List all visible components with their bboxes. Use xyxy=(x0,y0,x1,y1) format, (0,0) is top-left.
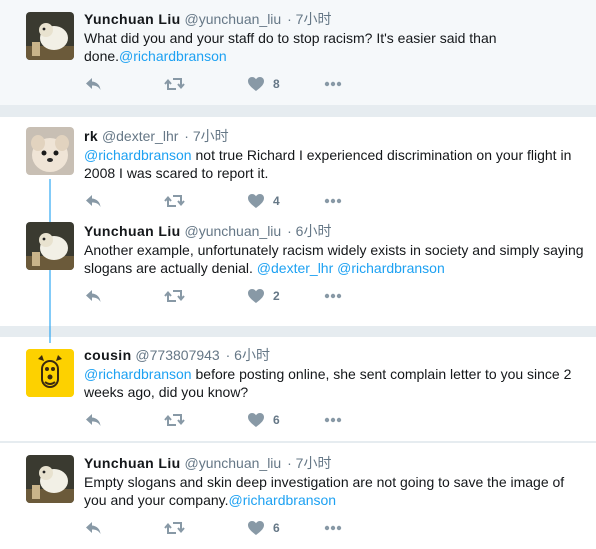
avatar[interactable] xyxy=(26,127,74,175)
author-name[interactable]: Yunchuan Liu xyxy=(84,11,181,27)
reply-icon xyxy=(86,78,101,90)
tweet-actions: 2 xyxy=(84,287,590,305)
avatar[interactable] xyxy=(26,349,74,397)
tweet-card[interactable]: cousin @773807943 · 6小时 @richardbranson … xyxy=(0,337,596,441)
heart-icon xyxy=(248,194,264,208)
tweet-text: @richardbranson before posting online, s… xyxy=(84,366,572,400)
author-name[interactable]: Yunchuan Liu xyxy=(84,455,181,471)
tweet-text: Empty slogans and skin deep investigatio… xyxy=(84,474,565,508)
retweet-icon xyxy=(164,78,185,90)
like-count: 6 xyxy=(273,413,280,427)
tweet-card[interactable]: rk @dexter_lhr · 7小时 @richardbranson not… xyxy=(0,117,596,222)
like-button[interactable]: 8 xyxy=(247,75,280,93)
more-dots-icon xyxy=(324,417,342,423)
retweet-button[interactable] xyxy=(164,192,185,210)
like-count: 4 xyxy=(273,194,280,208)
tweet-header: Yunchuan Liu @yunchuan_liu · 7小时 xyxy=(84,10,590,28)
like-button[interactable]: 6 xyxy=(247,411,280,429)
tweet-feed: Yunchuan Liu @yunchuan_liu · 7小时 What di… xyxy=(0,0,596,549)
like-count: 2 xyxy=(273,289,280,303)
tweet-actions: 6 xyxy=(84,411,590,429)
tweet-card[interactable]: Yunchuan Liu @yunchuan_liu · 6小时 Another… xyxy=(0,222,596,326)
tweet-text: What did you and your staff do to stop r… xyxy=(84,30,497,64)
more-dots-icon xyxy=(324,198,342,204)
author-handle[interactable]: @yunchuan_liu xyxy=(184,11,281,27)
heart-icon xyxy=(248,77,264,91)
like-count: 8 xyxy=(273,77,280,91)
tweet-header: Yunchuan Liu @yunchuan_liu · 7小时 xyxy=(84,454,590,472)
retweet-button[interactable] xyxy=(164,411,185,429)
author-name[interactable]: Yunchuan Liu xyxy=(84,223,181,239)
retweet-icon xyxy=(164,195,185,207)
timestamp[interactable]: · 6小时 xyxy=(226,347,270,363)
more-dots-icon xyxy=(324,525,342,531)
heart-icon xyxy=(248,289,264,303)
more-dots-icon xyxy=(324,81,342,87)
tweet-card[interactable]: Yunchuan Liu @yunchuan_liu · 7小时 Empty s… xyxy=(0,443,596,549)
tweet-header: Yunchuan Liu @yunchuan_liu · 6小时 xyxy=(84,222,590,240)
mention-link[interactable]: @richardbranson xyxy=(229,492,337,508)
retweet-icon xyxy=(164,522,185,534)
author-handle[interactable]: @dexter_lhr xyxy=(102,128,178,144)
author-handle[interactable]: @yunchuan_liu xyxy=(184,455,281,471)
more-button[interactable] xyxy=(324,287,342,305)
timestamp[interactable]: · 7小时 xyxy=(287,11,331,27)
more-dots-icon xyxy=(324,293,342,299)
heart-icon xyxy=(248,413,264,427)
tweet-actions: 4 xyxy=(84,192,590,210)
reply-button[interactable] xyxy=(84,192,102,210)
author-handle[interactable]: @773807943 xyxy=(135,347,219,363)
reply-icon xyxy=(86,195,101,207)
more-button[interactable] xyxy=(324,75,342,93)
like-count: 6 xyxy=(273,521,280,535)
tweet-actions: 6 xyxy=(84,519,590,537)
reply-icon xyxy=(86,290,101,302)
reply-button[interactable] xyxy=(84,519,102,537)
conversation-thread: rk @dexter_lhr · 7小时 @richardbranson not… xyxy=(0,117,596,343)
reply-button[interactable] xyxy=(84,75,102,93)
retweet-button[interactable] xyxy=(164,519,185,537)
mention-link[interactable]: @dexter_lhr xyxy=(257,260,333,276)
retweet-icon xyxy=(164,414,185,426)
timestamp[interactable]: · 7小时 xyxy=(287,455,331,471)
author-name[interactable]: cousin xyxy=(84,347,132,363)
reply-icon xyxy=(86,414,101,426)
heart-icon xyxy=(248,521,264,535)
mention-link[interactable]: @richardbranson xyxy=(337,260,445,276)
avatar[interactable] xyxy=(26,455,74,503)
timestamp[interactable]: · 6小时 xyxy=(287,223,331,239)
avatar[interactable] xyxy=(26,222,74,270)
retweet-button[interactable] xyxy=(164,75,185,93)
author-name[interactable]: rk xyxy=(84,128,98,144)
more-button[interactable] xyxy=(324,519,342,537)
reply-button[interactable] xyxy=(84,287,102,305)
mention-link[interactable]: @richardbranson xyxy=(119,48,227,64)
tweet-text: Another example, unfortunately racism wi… xyxy=(84,242,584,276)
avatar[interactable] xyxy=(26,12,74,60)
tweet-header: rk @dexter_lhr · 7小时 xyxy=(84,127,590,145)
retweet-icon xyxy=(164,290,185,302)
tweet-actions: 8 xyxy=(84,75,590,93)
like-button[interactable]: 2 xyxy=(247,287,280,305)
more-button[interactable] xyxy=(324,192,342,210)
reply-button[interactable] xyxy=(84,411,102,429)
tweet-header: cousin @773807943 · 6小时 xyxy=(84,346,590,364)
like-button[interactable]: 6 xyxy=(247,519,280,537)
retweet-button[interactable] xyxy=(164,287,185,305)
like-button[interactable]: 4 xyxy=(247,192,280,210)
reply-icon xyxy=(86,522,101,534)
more-button[interactable] xyxy=(324,411,342,429)
mention-link[interactable]: @richardbranson xyxy=(84,366,192,382)
tweet-card[interactable]: Yunchuan Liu @yunchuan_liu · 7小时 What di… xyxy=(0,0,596,105)
mention-link[interactable]: @richardbranson xyxy=(84,147,192,163)
author-handle[interactable]: @yunchuan_liu xyxy=(184,223,281,239)
timestamp[interactable]: · 7小时 xyxy=(184,128,228,144)
tweet-text: @richardbranson not true Richard I exper… xyxy=(84,147,572,181)
